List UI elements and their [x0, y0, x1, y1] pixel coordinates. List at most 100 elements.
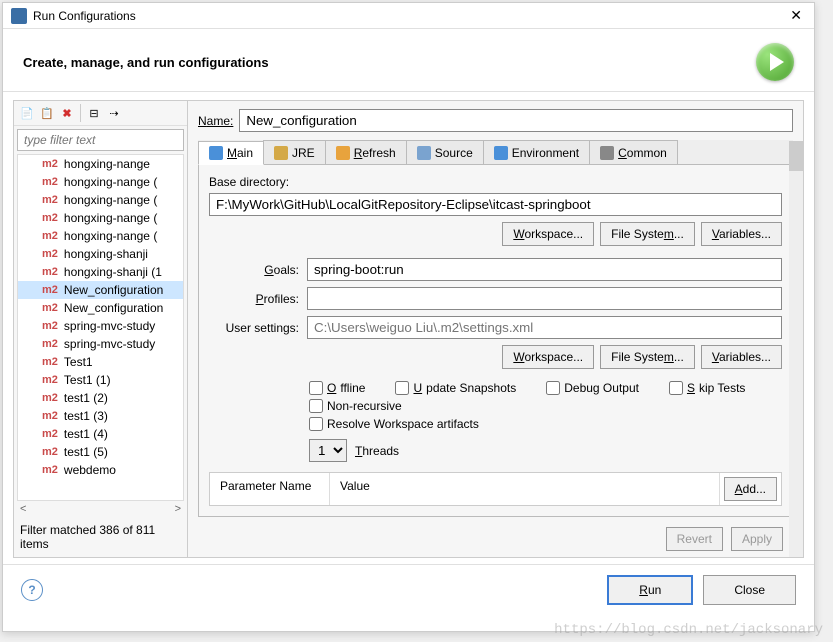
tree-item-label: New_configuration	[64, 283, 163, 297]
non-recursive-checkbox[interactable]: Non-recursive	[309, 399, 402, 413]
tree-item-label: Test1	[64, 355, 93, 369]
m2-icon: m2	[42, 212, 58, 224]
tree-item-label: test1 (3)	[64, 409, 108, 423]
close-icon[interactable]: ✕	[786, 7, 806, 24]
base-dir-input[interactable]	[209, 193, 782, 216]
scroll-right[interactable]: >	[175, 503, 181, 515]
param-value-header[interactable]: Value	[330, 473, 720, 505]
update-snapshots-checkbox[interactable]: Update Snapshots	[395, 381, 516, 395]
tree-item-label: hongxing-shanji (1	[64, 265, 162, 279]
main-tab-icon	[209, 146, 223, 160]
header-title: Create, manage, and run configurations	[23, 55, 269, 70]
offline-checkbox[interactable]: Offline	[309, 381, 365, 395]
tree-item[interactable]: m2 hongxing-shanji (1	[18, 263, 183, 281]
goals-input[interactable]	[307, 258, 782, 281]
tree-item[interactable]: m2hongxing-nange (	[18, 227, 183, 245]
refresh-tab-icon	[336, 146, 350, 160]
tree-item[interactable]: m2 Test1	[18, 353, 183, 371]
tab-environment[interactable]: Environment	[483, 140, 590, 164]
m2-icon: m2	[42, 410, 58, 422]
tree-item-label: hongxing-nange (	[64, 193, 157, 207]
add-param-button[interactable]: Add...	[724, 477, 777, 501]
tree-item-label: hongxing-shanji	[64, 247, 148, 261]
name-label: Name:	[198, 114, 233, 128]
resolve-artifacts-checkbox[interactable]: Resolve Workspace artifacts	[309, 417, 782, 431]
duplicate-icon[interactable]: 📋	[38, 104, 56, 122]
tab-common[interactable]: Common	[589, 140, 678, 164]
m2-icon: m2	[42, 356, 58, 368]
workspace-button[interactable]: Workspace...	[502, 222, 594, 246]
header: Create, manage, and run configurations	[3, 29, 814, 92]
m2-icon: m2	[42, 374, 58, 386]
tree-item-label: test1 (2)	[64, 391, 108, 405]
tree-item[interactable]: m2spring-mvc-study	[18, 317, 183, 335]
m2-icon: m2	[42, 230, 58, 242]
scrollbar[interactable]	[789, 141, 803, 557]
filesystem-button[interactable]: File System...	[600, 222, 695, 246]
workspace-button-2[interactable]: Workspace...	[502, 345, 594, 369]
m2-icon: m2	[42, 248, 58, 260]
tree-item-label: New_configuration	[64, 301, 163, 315]
tree-item[interactable]: m2test1 (5)	[18, 443, 183, 461]
profiles-input[interactable]	[307, 287, 782, 310]
app-icon	[11, 8, 27, 24]
tree-item[interactable]: m2hongxing-nange	[18, 155, 183, 173]
tree-item[interactable]: m2New_configuration	[18, 281, 183, 299]
tree-item[interactable]: m2spring-mvc-study	[18, 335, 183, 353]
tree-item-label: hongxing-nange	[64, 157, 150, 171]
help-icon[interactable]: ?	[21, 579, 43, 601]
tab-label: Main	[227, 146, 253, 160]
run-button[interactable]: Run	[607, 575, 693, 605]
tree-item[interactable]: m2 test1 (3)	[18, 407, 183, 425]
tree-item[interactable]: m2webdemo	[18, 461, 183, 479]
tree-item[interactable]: m2 hongxing-shanji	[18, 245, 183, 263]
window-title: Run Configurations	[33, 9, 136, 23]
tree-item[interactable]: m2hongxing-nange (	[18, 173, 183, 191]
tab-main-panel: Base directory: Workspace... File System…	[198, 165, 793, 517]
tree-item-label: spring-mvc-study	[64, 337, 155, 351]
tree-item[interactable]: m2New_configuration	[18, 299, 183, 317]
collapse-icon[interactable]: ⇢	[105, 104, 123, 122]
delete-icon[interactable]: ✖	[58, 104, 76, 122]
base-dir-label: Base directory:	[209, 175, 782, 189]
run-icon-large	[756, 43, 794, 81]
tab-main[interactable]: Main	[198, 141, 264, 165]
titlebar: Run Configurations ✕	[3, 3, 814, 29]
filesystem-button-2[interactable]: File System...	[600, 345, 695, 369]
tab-label: Common	[618, 146, 667, 160]
tree-item[interactable]: m2 hongxing-nange (	[18, 209, 183, 227]
config-toolbar: 📄 📋 ✖ ⊟ ⇢	[14, 101, 187, 126]
tab-label: Refresh	[354, 146, 396, 160]
tab-jre[interactable]: JRE	[263, 140, 326, 164]
param-name-header[interactable]: Parameter Name	[210, 473, 330, 505]
tree-item[interactable]: m2Test1 (1)	[18, 371, 183, 389]
debug-output-checkbox[interactable]: Debug Output	[546, 381, 639, 395]
m2-icon: m2	[42, 176, 58, 188]
tab-source[interactable]: Source	[406, 140, 484, 164]
m2-icon: m2	[42, 266, 58, 278]
scroll-left[interactable]: <	[20, 503, 26, 515]
tree-item[interactable]: m2test1 (4)	[18, 425, 183, 443]
config-tree: m2hongxing-nangem2hongxing-nange (m2hong…	[17, 154, 184, 501]
threads-label: Threads	[355, 444, 399, 458]
tree-item[interactable]: m2hongxing-nange (	[18, 191, 183, 209]
filter-input[interactable]	[17, 129, 184, 151]
common-tab-icon	[600, 146, 614, 160]
skip-tests-checkbox[interactable]: Skip Tests	[669, 381, 745, 395]
tree-item-label: hongxing-nange (	[64, 211, 157, 225]
jre-tab-icon	[274, 146, 288, 160]
close-button[interactable]: Close	[703, 575, 796, 605]
tree-item-label: webdemo	[64, 463, 116, 477]
variables-button[interactable]: Variables...	[701, 222, 782, 246]
new-config-icon[interactable]: 📄	[18, 104, 36, 122]
threads-select[interactable]: 1	[309, 439, 347, 462]
profiles-label: Profiles:	[209, 292, 299, 306]
user-settings-input[interactable]	[307, 316, 782, 339]
tree-item-label: spring-mvc-study	[64, 319, 155, 333]
m2-icon: m2	[42, 428, 58, 440]
variables-button-2[interactable]: Variables...	[701, 345, 782, 369]
tree-item[interactable]: m2test1 (2)	[18, 389, 183, 407]
name-input[interactable]	[239, 109, 793, 132]
expand-icon[interactable]: ⊟	[85, 104, 103, 122]
tab-refresh[interactable]: Refresh	[325, 140, 407, 164]
